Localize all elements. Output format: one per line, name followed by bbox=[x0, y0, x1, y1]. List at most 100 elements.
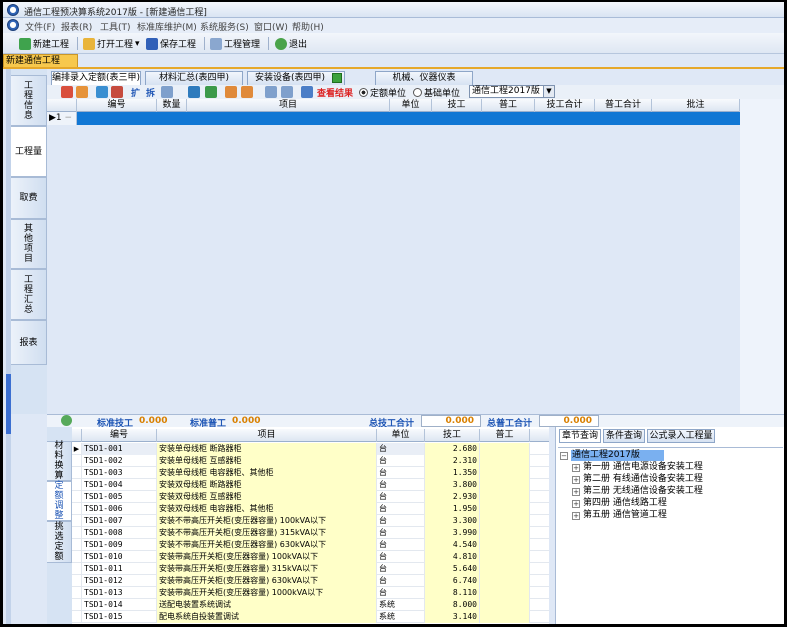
row-pointer bbox=[72, 563, 82, 575]
table-row[interactable]: TSD1-010 安装带高压开关柜(变压器容量) 100kVA以下台 4.810 bbox=[72, 551, 549, 563]
tab-material-summary[interactable]: 材料汇总(表四甲) bbox=[145, 71, 243, 85]
nav-quota-adjust[interactable]: 定额调整 bbox=[47, 481, 72, 521]
insert-after-icon[interactable] bbox=[76, 86, 88, 98]
lib-col-tech[interactable]: 技工 bbox=[425, 429, 480, 442]
menu-system[interactable]: 系统服务(S) bbox=[200, 20, 249, 33]
library-select[interactable]: 通信工程2017版 ▼ bbox=[469, 85, 555, 98]
col-code[interactable]: 编号 bbox=[77, 99, 157, 112]
expand-icon[interactable]: + bbox=[572, 511, 580, 520]
delete-icon[interactable] bbox=[111, 86, 123, 98]
table-row[interactable]: TSD1-007 安装不带高压开关柜(变压器容量) 100kVA以下台 3.300 bbox=[72, 515, 549, 527]
paste-icon[interactable] bbox=[188, 86, 200, 98]
nav-label: 报表 bbox=[19, 337, 38, 348]
table-row[interactable]: TSD1-004 安装双母线柜 断路器柜台 3.800 bbox=[72, 479, 549, 491]
expand-icon[interactable]: + bbox=[572, 463, 580, 472]
row-pointer bbox=[72, 515, 82, 527]
menu-help[interactable]: 帮助(H) bbox=[292, 20, 324, 33]
expand-icon[interactable]: + bbox=[572, 499, 580, 508]
grid-empty-area[interactable] bbox=[47, 125, 740, 414]
tree-node[interactable]: + 第五册 通信管道工程 bbox=[572, 510, 667, 521]
col-tech[interactable]: 技工 bbox=[432, 99, 482, 112]
system-menu-icon[interactable]: ● bbox=[7, 19, 19, 31]
table-row[interactable]: TSD1-015 配电系统自投装置调试 系统 3.140 bbox=[72, 611, 549, 623]
move-down-icon[interactable] bbox=[241, 86, 253, 98]
tab-chapter-query[interactable]: 章节查询 bbox=[559, 429, 601, 443]
move-up-icon[interactable] bbox=[225, 86, 237, 98]
tab-machinery[interactable]: 机械、仪器仪表 bbox=[375, 71, 473, 85]
tab-quota-entry[interactable]: 编排录入定额(表三甲) bbox=[51, 71, 141, 86]
table-row[interactable]: TSD1-005 安装双母线柜 互感器柜台 2.930 bbox=[72, 491, 549, 503]
table-row[interactable]: TSD1-008 安装不带高压开关柜(变压器容量) 315kVA以下台 3.990 bbox=[72, 527, 549, 539]
expand-button[interactable]: 扩 bbox=[131, 86, 140, 99]
split-button[interactable]: 拆 bbox=[146, 86, 155, 99]
tab-formula-entry[interactable]: 公式录入工程量 bbox=[647, 429, 715, 443]
col-general[interactable]: 普工 bbox=[482, 99, 535, 112]
col-quantity[interactable]: 数量 bbox=[157, 99, 187, 112]
menu-file[interactable]: 文件(F) bbox=[25, 20, 55, 33]
table-row[interactable]: TSD1-014 送配电装置系统调试 系统 8.000 bbox=[72, 599, 549, 611]
table-row[interactable]: TSD1-011 安装带高压开关柜(变压器容量) 315kVA以下台 5.640 bbox=[72, 563, 549, 575]
cell-unit: 系统 bbox=[377, 599, 425, 611]
lib-col-unit[interactable]: 单位 bbox=[377, 429, 425, 442]
lib-col-general[interactable]: 普工 bbox=[480, 429, 530, 442]
collapse-icon[interactable]: − bbox=[560, 451, 568, 460]
list-icon[interactable] bbox=[301, 86, 313, 98]
refresh-icon[interactable] bbox=[96, 86, 108, 98]
table-row[interactable]: TSD1-012 安装带高压开关柜(变压器容量) 630kVA以下台 6.740 bbox=[72, 575, 549, 587]
nav-other-items[interactable]: 其他项目 bbox=[11, 219, 47, 269]
table-row[interactable]: TSD1-009 安装不带高压开关柜(变压器容量) 630kVA以下台 4.540 bbox=[72, 539, 549, 551]
col-general-total[interactable]: 普工合计 bbox=[595, 99, 652, 112]
tab-install-equipment[interactable]: 安装设备(表四甲) bbox=[247, 71, 345, 85]
nav-project-info[interactable]: 工程信息 bbox=[11, 75, 47, 126]
view-result-button[interactable]: 查看结果 bbox=[317, 86, 353, 99]
col-unit[interactable]: 单位 bbox=[390, 99, 432, 112]
doc-tab-new-project[interactable]: 新建通信工程 bbox=[3, 54, 78, 68]
tree-node[interactable]: + 第三册 无线通信设备安装工程 bbox=[572, 486, 703, 497]
export-icon[interactable] bbox=[332, 73, 342, 83]
menu-window[interactable]: 窗口(W) bbox=[254, 20, 288, 33]
save-project-button[interactable]: 保存工程 bbox=[146, 36, 196, 51]
outdent-icon[interactable] bbox=[281, 86, 293, 98]
table-row[interactable]: TSD1-013 安装带高压开关柜(变压器容量) 1000kVA以下台 8.110 bbox=[72, 587, 549, 599]
open-project-button[interactable]: 打开工程 ▾ bbox=[83, 36, 140, 51]
menu-report[interactable]: 报表(R) bbox=[61, 20, 92, 33]
project-manage-button[interactable]: 工程管理 bbox=[210, 36, 260, 51]
new-project-button[interactable]: 新建工程 bbox=[19, 36, 69, 51]
nav-fees[interactable]: 取费 bbox=[11, 177, 47, 219]
lib-col-item[interactable]: 项目 bbox=[157, 429, 377, 442]
insert-icon[interactable] bbox=[61, 86, 73, 98]
col-remarks[interactable]: 批注 bbox=[652, 99, 740, 112]
dropdown-arrow-icon[interactable]: ▾ bbox=[135, 39, 140, 49]
excel-icon[interactable] bbox=[205, 86, 217, 98]
tree-node[interactable]: + 第二册 有线通信设备安装工程 bbox=[572, 474, 703, 485]
col-tech-total[interactable]: 技工合计 bbox=[535, 99, 595, 112]
tree-node[interactable]: + 第一册 通信电源设备安装工程 bbox=[572, 462, 703, 473]
nav-reports[interactable]: 报表 bbox=[11, 320, 47, 365]
nav-summary[interactable]: 工程汇总 bbox=[11, 269, 47, 320]
table-row[interactable]: TSD1-006 安装双母线柜 电容器柜、其他柜台 1.950 bbox=[72, 503, 549, 515]
table-row[interactable]: TSD1-002 安装单母线柜 互感器柜台 2.310 bbox=[72, 455, 549, 467]
menu-library[interactable]: 标准库维护(M) bbox=[137, 20, 197, 33]
expand-icon[interactable]: + bbox=[572, 475, 580, 484]
copy-icon[interactable] bbox=[161, 86, 173, 98]
col-item[interactable]: 项目 bbox=[187, 99, 390, 112]
tree-node[interactable]: + 第四册 通信线路工程 bbox=[572, 498, 667, 509]
nav-material-convert[interactable]: 材料换算 bbox=[47, 441, 72, 481]
expand-icon[interactable]: + bbox=[572, 487, 580, 496]
table-row[interactable]: TSD1-003 安装单母线柜 电容器柜、其他柜台 1.350 bbox=[72, 467, 549, 479]
lib-col-code[interactable]: 编号 bbox=[82, 429, 157, 442]
radio-quota-unit[interactable]: 定额单位 bbox=[359, 86, 407, 99]
cell-tech: 3.800 bbox=[425, 479, 480, 491]
nav-pick-quota[interactable]: 挑选定额 bbox=[47, 521, 72, 563]
tab-condition-query[interactable]: 条件查询 bbox=[603, 429, 645, 443]
radio-base-unit[interactable]: 基础单位 bbox=[413, 86, 460, 99]
nav-quantities[interactable]: 工程量 bbox=[11, 126, 47, 177]
indent-icon[interactable] bbox=[265, 86, 277, 98]
exit-button[interactable]: 退出 bbox=[275, 36, 307, 51]
menu-tools[interactable]: 工具(T) bbox=[100, 20, 131, 33]
table-row[interactable]: ▶ TSD1-001 安装单母线柜 断路器柜台 2.680 bbox=[72, 443, 549, 455]
table-row[interactable]: ▶1 − bbox=[47, 112, 740, 125]
chevron-down-icon[interactable]: ▼ bbox=[543, 86, 554, 97]
radio-label: 定额单位 bbox=[370, 88, 407, 99]
tree-root[interactable]: − 通信工程2017版 bbox=[560, 450, 664, 461]
